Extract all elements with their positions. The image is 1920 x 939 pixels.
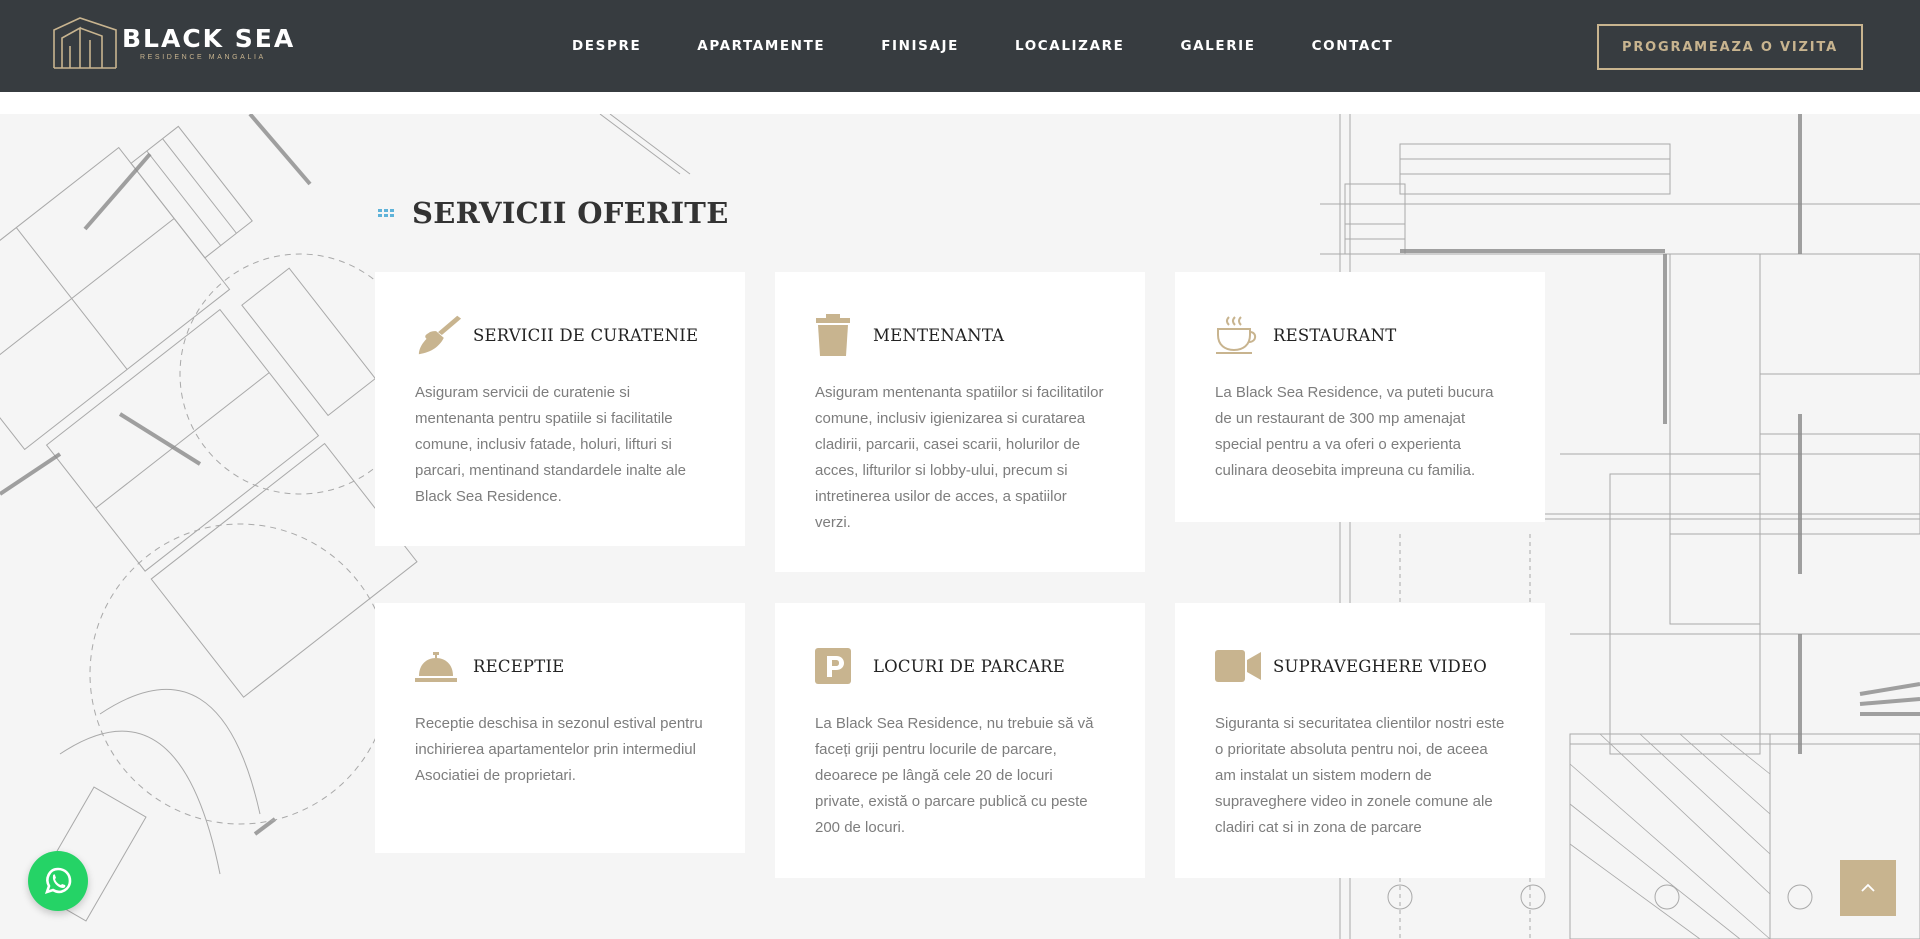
section-header: SERVICII OFERITE xyxy=(378,196,729,230)
service-description: La Black Sea Residence, nu trebuie să vă… xyxy=(815,715,1094,836)
schedule-visit-button[interactable]: PROGRAMEAZA O VIZITA xyxy=(1597,24,1863,70)
whatsapp-chat-button[interactable] xyxy=(28,851,88,911)
service-title: MENTENANTA xyxy=(873,325,1005,345)
service-description: Asiguram servicii de curatenie si menten… xyxy=(415,384,687,505)
video-camera-icon xyxy=(1215,644,1263,688)
service-title: LOCURI DE PARCARE xyxy=(873,656,1066,676)
service-card-video: SUPRAVEGHERE VIDEO Siguranta si securita… xyxy=(1175,603,1545,878)
service-card-mentenanta: MENTENANTA Asiguram mentenanta spatiilor… xyxy=(775,272,1145,572)
coffee-cup-icon xyxy=(1215,313,1263,357)
title-dots-icon xyxy=(378,209,394,217)
nav-item-apartamente[interactable]: APARTAMENTE xyxy=(697,38,825,54)
parking-icon xyxy=(815,644,863,688)
service-description: La Black Sea Residence, va puteti bucura… xyxy=(1215,384,1494,479)
service-card-curatenie: SERVICII DE CURATENIE Asiguram servicii … xyxy=(375,272,745,546)
logo[interactable]: BLACK SEA RESIDENCE MANGALIA xyxy=(52,16,295,70)
section-title: SERVICII OFERITE xyxy=(412,196,729,230)
service-title: SERVICII DE CURATENIE xyxy=(473,325,699,345)
service-description: Asiguram mentenanta spatiilor si facilit… xyxy=(815,384,1104,531)
service-description: Siguranta si securitatea clientilor nost… xyxy=(1215,715,1505,836)
service-description: Receptie deschisa in sezonul estival pen… xyxy=(415,715,703,784)
nav-item-despre[interactable]: DESPRE xyxy=(572,38,641,54)
service-title: RECEPTIE xyxy=(473,656,565,676)
broom-icon xyxy=(415,313,463,357)
whatsapp-icon xyxy=(44,867,72,895)
nav-item-localizare[interactable]: LOCALIZARE xyxy=(1015,38,1124,54)
nav-item-finisaje[interactable]: FINISAJE xyxy=(881,38,959,54)
service-title: SUPRAVEGHERE VIDEO xyxy=(1273,656,1487,676)
logo-title: BLACK SEA xyxy=(122,23,296,53)
back-to-top-button[interactable] xyxy=(1840,860,1896,916)
service-card-restaurant: RESTAURANT La Black Sea Residence, va pu… xyxy=(1175,272,1545,522)
logo-subtitle: RESIDENCE MANGALIA xyxy=(140,53,266,61)
header-divider xyxy=(0,92,1920,114)
trash-icon xyxy=(815,313,863,357)
service-card-parcare: LOCURI DE PARCARE La Black Sea Residence… xyxy=(775,603,1145,878)
main-nav: DESPRE APARTAMENTE FINISAJE LOCALIZARE G… xyxy=(572,0,1449,92)
nav-item-contact[interactable]: CONTACT xyxy=(1312,38,1394,54)
chevron-up-icon xyxy=(1861,883,1875,892)
reception-bell-icon xyxy=(415,644,463,688)
building-logo-icon xyxy=(53,17,117,69)
site-header: BLACK SEA RESIDENCE MANGALIA DESPRE APAR… xyxy=(0,0,1920,92)
service-title: RESTAURANT xyxy=(1273,325,1397,345)
nav-item-galerie[interactable]: GALERIE xyxy=(1180,38,1255,54)
service-card-receptie: RECEPTIE Receptie deschisa in sezonul es… xyxy=(375,603,745,853)
